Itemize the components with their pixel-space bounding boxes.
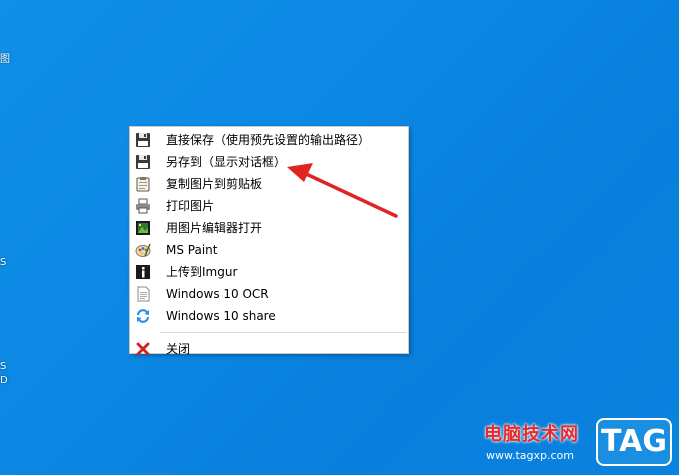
menu-item-label: 打印图片 <box>166 199 215 213</box>
menu-item-label: 用图片编辑器打开 <box>166 221 263 235</box>
imgur-info-icon <box>136 265 150 279</box>
menu-item-save-as[interactable]: 另存到（显示对话框） <box>130 151 408 173</box>
menu-item-label: 上传到Imgur <box>166 265 238 279</box>
menu-item-windows-ocr[interactable]: Windows 10 OCR <box>130 283 408 305</box>
desktop-background: 图 S S D 直接保存（使用预先设置的输出路径） 另存到（显示对话框） 复制图… <box>0 0 679 475</box>
menu-item-print[interactable]: 打印图片 <box>130 195 408 217</box>
menu-item-open-editor[interactable]: 用图片编辑器打开 <box>130 217 408 239</box>
watermark-url: www.tagxp.com <box>486 449 574 462</box>
desktop-icon-label-fragment[interactable]: S <box>0 362 6 372</box>
menu-item-ms-paint[interactable]: MS Paint <box>130 239 408 261</box>
menu-item-label: 复制图片到剪贴板 <box>166 177 263 191</box>
context-menu: 直接保存（使用预先设置的输出路径） 另存到（显示对话框） 复制图片到剪贴板 打印… <box>129 126 409 356</box>
desktop-icon-label-fragment[interactable]: S <box>0 258 6 268</box>
desktop-icon-label-fragment[interactable]: 图 <box>0 55 10 65</box>
paint-palette-icon <box>135 243 151 257</box>
menu-item-upload-imgur[interactable]: 上传到Imgur <box>130 261 408 283</box>
watermark: 电脑技术网 www.tagxp.com TAG <box>480 418 677 468</box>
share-refresh-icon <box>136 309 150 323</box>
floppy-disk-icon <box>136 155 150 169</box>
menu-item-label: Windows 10 OCR <box>166 287 269 301</box>
menu-item-label: 关闭 <box>166 342 191 356</box>
image-editor-icon <box>136 221 150 235</box>
menu-item-label: 另存到（显示对话框） <box>166 155 287 169</box>
desktop-icon-label-fragment[interactable]: D <box>0 376 8 386</box>
watermark-tag-badge: TAG <box>596 418 672 466</box>
menu-separator <box>160 332 406 333</box>
clipboard-icon <box>136 177 150 192</box>
floppy-disk-icon <box>136 133 150 147</box>
menu-item-save-direct[interactable]: 直接保存（使用预先设置的输出路径） <box>130 129 408 151</box>
menu-item-copy-clipboard[interactable]: 复制图片到剪贴板 <box>130 173 408 195</box>
close-x-icon <box>136 342 150 356</box>
menu-item-label: Windows 10 share <box>166 309 276 323</box>
menu-item-windows-share[interactable]: Windows 10 share <box>130 305 408 327</box>
watermark-site-name: 电脑技术网 <box>484 424 579 445</box>
menu-item-label: 直接保存（使用预先设置的输出路径） <box>166 133 371 147</box>
menu-item-label: MS Paint <box>166 243 218 257</box>
printer-icon <box>136 198 150 214</box>
menu-item-close[interactable]: 关闭 <box>130 338 408 360</box>
document-icon <box>137 286 150 302</box>
